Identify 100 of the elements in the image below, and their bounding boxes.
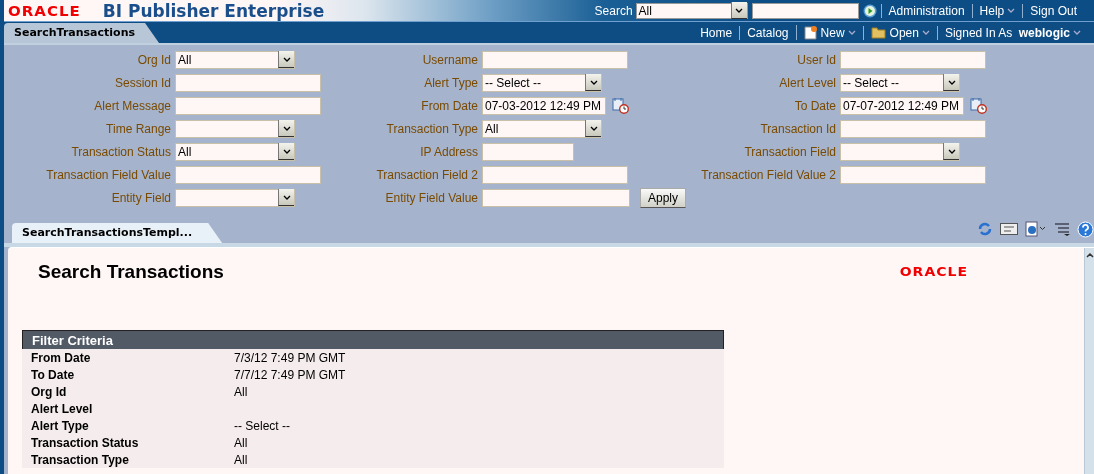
open-menu[interactable]: Open [862, 25, 937, 40]
field-label: IP Address [419, 144, 478, 159]
dropdown-button[interactable] [730, 2, 747, 19]
text-field[interactable] [175, 96, 321, 115]
field-label: Transaction Field [743, 144, 836, 159]
dropdown-button[interactable] [278, 189, 294, 206]
criteria-label: To Date [31, 367, 76, 382]
nav-link[interactable]: Catalog [739, 25, 796, 40]
dropdown-button[interactable] [585, 120, 601, 137]
report-title: Search Transactions [38, 261, 224, 283]
caret-icon [735, 7, 744, 13]
criteria-value: 7/7/12 7:49 PM GMT [234, 367, 347, 382]
field-label: From Date [420, 98, 478, 113]
refresh-icon[interactable] [977, 221, 993, 237]
dropdown[interactable]: All [482, 119, 602, 138]
filter-criteria-heading: Filter Criteria [22, 330, 724, 349]
scroll-up-icon[interactable] [1085, 252, 1094, 258]
text-field[interactable] [482, 142, 574, 161]
product-title: BI Publisher Enterprise [102, 0, 325, 21]
new-document-icon [803, 25, 818, 40]
dropdown-button[interactable] [278, 120, 294, 137]
date-field[interactable]: 07-03-2012 12:49 PM [482, 96, 606, 115]
caret-icon [947, 79, 956, 85]
apply-button[interactable]: Apply [640, 187, 686, 208]
caret-icon [282, 194, 291, 200]
dropdown-button[interactable] [278, 143, 294, 160]
caret-icon [947, 148, 956, 154]
criteria-label: Org Id [31, 384, 68, 399]
dropdown[interactable]: -- Select -- [840, 73, 960, 92]
field-label: User Id [796, 52, 836, 67]
caret-icon [282, 56, 291, 62]
dropdown-button[interactable] [278, 51, 294, 68]
search-field[interactable] [751, 2, 859, 19]
dropdown-button[interactable] [943, 74, 959, 91]
text-field[interactable] [840, 165, 986, 184]
criteria-value: All [234, 435, 249, 450]
text-field[interactable] [840, 119, 986, 138]
date-field[interactable]: 07-07-2012 12:49 PM [840, 96, 964, 115]
caret-icon [282, 125, 291, 131]
list-icon[interactable] [1054, 222, 1070, 236]
text-field[interactable] [840, 50, 986, 69]
search-label: Search [594, 3, 633, 18]
header-link[interactable]: Administration [880, 3, 972, 18]
scrollbar[interactable] [1084, 248, 1094, 474]
new-menu[interactable]: New [795, 25, 863, 40]
calendar-clock-icon[interactable] [970, 97, 987, 114]
caret-icon [282, 148, 291, 154]
text-field[interactable] [482, 165, 628, 184]
criteria-value: All [234, 452, 249, 467]
criteria-label: From Date [31, 350, 92, 365]
dropdown[interactable]: -- Select -- [482, 73, 602, 92]
caret-icon [1007, 8, 1016, 13]
caret-icon [589, 125, 598, 131]
oracle-logo: ORACLE [8, 2, 81, 19]
dropdown[interactable] [175, 119, 295, 138]
dropdown[interactable]: All [175, 142, 295, 161]
header-link[interactable]: Sign Out [1022, 3, 1084, 18]
search-scope-dropdown[interactable]: All [635, 2, 748, 19]
field-label: Entity Field [110, 190, 171, 205]
oracle-logo: ORACLE [899, 264, 968, 280]
criteria-label: Transaction Type [31, 452, 130, 467]
caret-icon [589, 79, 598, 85]
caret-icon [1073, 30, 1081, 35]
user-menu[interactable]: Signed In As weblogic [936, 25, 1088, 40]
text-field[interactable] [175, 165, 321, 184]
field-label: Transaction Type [385, 121, 478, 136]
caret-icon [847, 30, 856, 35]
field-label: Alert Type [423, 75, 478, 90]
page-tab[interactable]: SearchTransactions [4, 23, 159, 43]
caret-icon [921, 30, 930, 35]
text-field[interactable] [482, 188, 630, 207]
text-field[interactable] [482, 50, 628, 69]
text-field[interactable] [175, 73, 321, 92]
field-label: Alert Message [93, 98, 171, 113]
calendar-clock-icon[interactable] [612, 97, 629, 114]
help-icon[interactable] [1077, 220, 1094, 238]
dropdown[interactable] [175, 188, 295, 207]
dropdown[interactable] [840, 142, 960, 161]
field-label: Username [421, 52, 478, 67]
report-tab[interactable]: SearchTransactionsTempl... [12, 223, 223, 243]
criteria-label: Transaction Status [31, 435, 140, 450]
criteria-label: Alert Type [31, 418, 90, 433]
criteria-value: 7/3/12 7:49 PM GMT [234, 350, 347, 365]
field-label: Transaction Field Value [45, 167, 171, 182]
field-label: Org Id [136, 52, 171, 67]
text-field-icon[interactable] [1000, 223, 1018, 235]
folder-icon [870, 26, 887, 39]
field-label: Time Range [105, 121, 171, 136]
nav-link[interactable]: Home [693, 25, 740, 40]
header-link[interactable]: Help [971, 3, 1023, 18]
field-label: Alert Level [778, 75, 836, 90]
field-label: Transaction Id [759, 121, 836, 136]
field-label: Transaction Field Value 2 [700, 167, 836, 182]
go-icon[interactable] [862, 3, 877, 18]
field-label: Transaction Status [70, 144, 171, 159]
dropdown-button[interactable] [585, 74, 601, 91]
field-label: To Date [793, 98, 836, 113]
dropdown-button[interactable] [943, 143, 959, 160]
dropdown[interactable]: All [175, 50, 295, 69]
globe-document-icon[interactable] [1025, 221, 1047, 237]
